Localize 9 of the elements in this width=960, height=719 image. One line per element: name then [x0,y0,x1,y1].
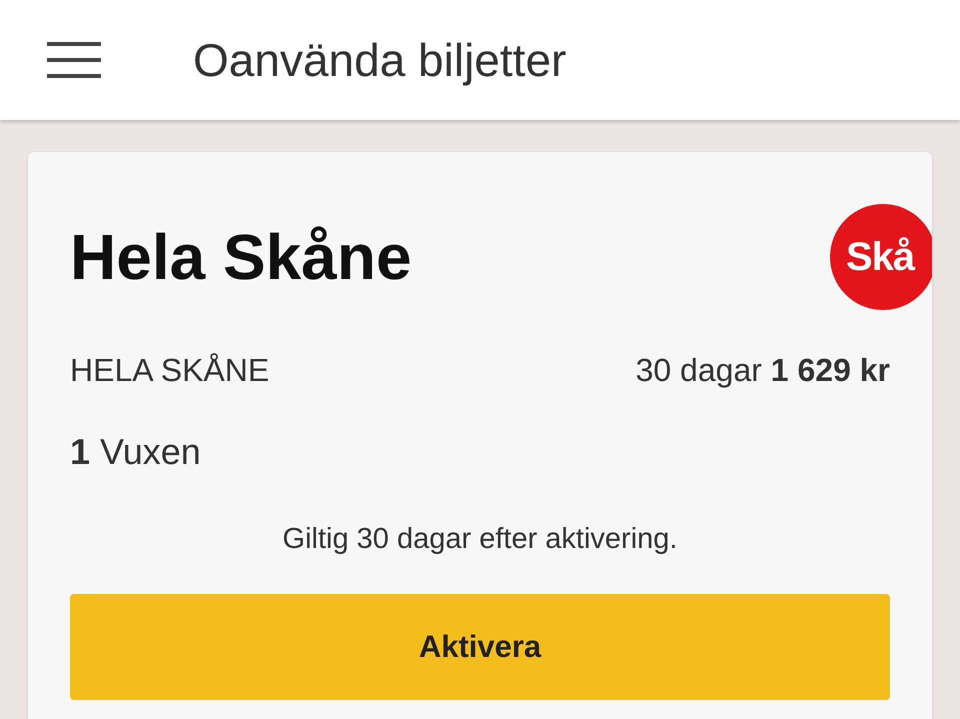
ticket-title: Hela Skåne [70,220,412,294]
validity-text: Giltig 30 dagar efter aktivering. [282,523,678,556]
price-label: 30 dagar 1 629 kr [636,352,890,389]
zone-label: HELA SKÅNE [70,352,270,389]
activate-button[interactable]: Aktivera [70,594,890,700]
screen-title: Oanvända biljetter [193,33,566,87]
menu-icon[interactable] [47,40,101,80]
operator-logo: Skå [830,204,932,310]
traveller-label: 1 Vuxen [70,431,202,473]
